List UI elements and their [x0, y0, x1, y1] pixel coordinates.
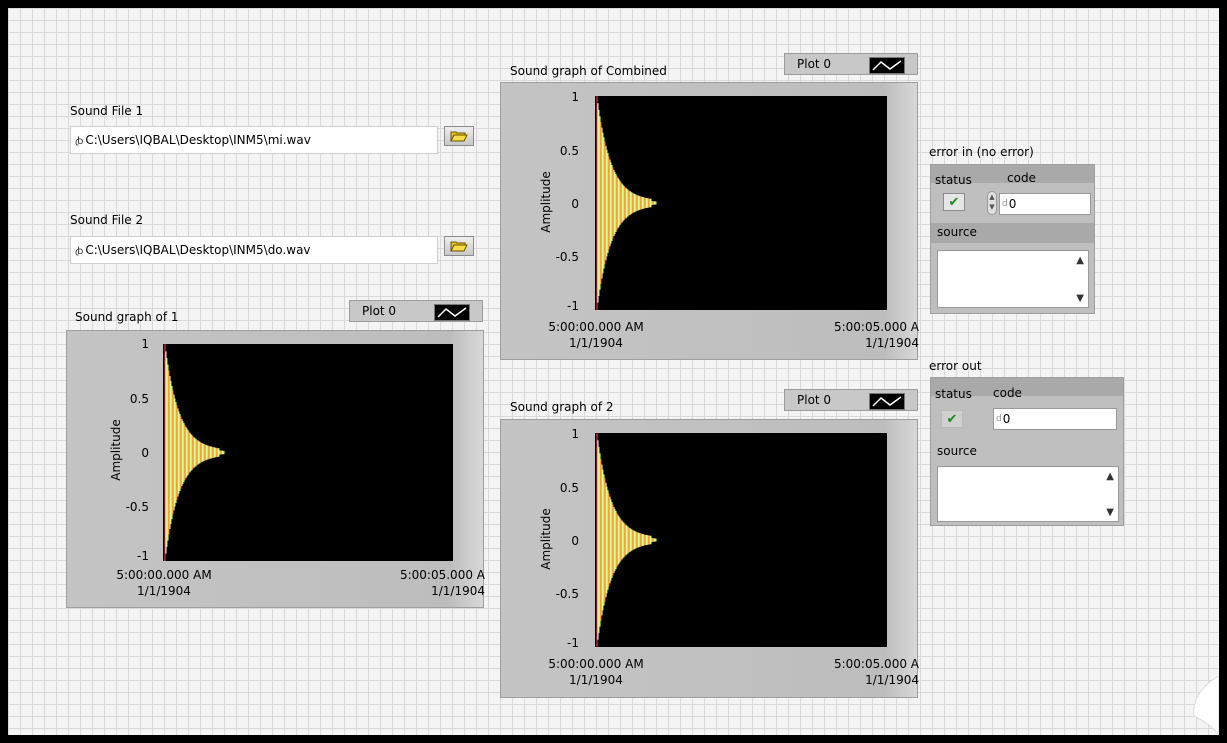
error-out-title: error out [929, 359, 982, 373]
graph-1-plot-area[interactable] [163, 344, 453, 561]
sound-file-1-path-value: C:\Users\IQBAL\Desktop\INM5\mi.wav [85, 133, 311, 147]
error-out-code-field: d 0 [993, 408, 1117, 430]
graph-2-ylabel: Amplitude [538, 508, 553, 570]
error-in-code-radix: d [1002, 199, 1008, 209]
graph-1-frame: 1 0.5 0 -0.5 -1 Amplitude 5:00:00.000 AM… [66, 330, 485, 608]
sound-file-2-browse-button[interactable] [444, 236, 474, 256]
sound-file-2-label: Sound File 2 [70, 213, 144, 227]
scroll-up-icon[interactable]: ▲ [1106, 471, 1114, 482]
graph-2-xstart-time: 5:00:00.000 AM [548, 657, 644, 671]
checkmark-icon: ✔ [948, 194, 960, 210]
graph-combined-xend-time: 5:00:05.000 A [833, 320, 919, 334]
sound-file-1-browse-button[interactable] [444, 126, 474, 146]
graph-combined-frame: 1 0.5 0 -0.5 -1 Amplitude 5:00:00.000 AM… [500, 82, 919, 360]
graph-combined-ytick: 0.5 [559, 144, 579, 158]
graph-combined-waveform [596, 96, 657, 310]
error-out-source-label: source [937, 444, 977, 458]
graph-2-xend-date: 1/1/1904 [865, 673, 919, 687]
scroll-up-icon[interactable]: ▲ [1076, 255, 1084, 266]
error-out-status-indicator: ✔ [941, 410, 963, 428]
error-in-source-text[interactable]: ▲ ▼ [937, 250, 1089, 308]
error-out-status-label: status [935, 387, 972, 401]
graph-1-xlabel-end: 5:00:05.000 A 1/1/1904 [381, 567, 485, 599]
graph-2-ytick: 0.5 [559, 481, 579, 495]
error-in-title: error in (no error) [929, 145, 1034, 159]
graph-1-plot-legend[interactable]: Plot 0 [349, 300, 483, 322]
checkmark-icon: ✔ [946, 411, 958, 427]
graph-combined-xstart-date: 1/1/1904 [569, 336, 623, 350]
error-in-cluster: status code ✔ ▲ ▼ d 0 source ▲ ▼ [930, 164, 1095, 314]
graph-combined-xlabel-start: 5:00:00.000 AM 1/1/1904 [541, 319, 651, 351]
graph-1-title: Sound graph of 1 [75, 310, 179, 324]
graph-2-plot-area[interactable] [595, 433, 887, 647]
graph-1-xend-date: 1/1/1904 [431, 584, 485, 598]
graph-2-ytick: 0 [571, 534, 579, 548]
sound-file-2-path-value: C:\Users\IQBAL\Desktop\INM5\do.wav [85, 243, 311, 257]
line-plot-icon [869, 57, 905, 74]
error-in-source-label: source [937, 225, 977, 239]
folder-open-icon [450, 131, 468, 142]
graph-2-waveform [596, 433, 657, 647]
graph-2-title: Sound graph of 2 [510, 400, 614, 414]
graph-2-ytick: -1 [567, 636, 579, 650]
graph-2-frame: 1 0.5 0 -0.5 -1 Amplitude 5:00:00.000 AM… [500, 419, 919, 698]
graph-1-ytick: 1 [141, 337, 149, 351]
graph-2-xlabel-end: 5:00:05.000 A 1/1/1904 [815, 656, 919, 688]
folder-open-icon [450, 241, 468, 252]
graph-1-xlabel-start: 5:00:00.000 AM 1/1/1904 [109, 567, 219, 599]
page-curl-icon [1193, 676, 1219, 735]
graph-combined-ytick: -0.5 [555, 250, 579, 264]
error-in-code-spinner[interactable]: ▲ ▼ [987, 191, 997, 215]
front-panel: Sound File 1 ꞗ C:\Users\IQBAL\Desktop\IN… [8, 8, 1219, 735]
graph-combined-ytick: 0 [571, 197, 579, 211]
error-out-code-label: code [993, 386, 1022, 400]
graph-combined-xend-date: 1/1/1904 [865, 336, 919, 350]
error-in-code-label: code [1007, 171, 1036, 185]
line-plot-icon [869, 393, 905, 410]
graph-1-legend-label: Plot 0 [362, 304, 397, 318]
graph-1-ytick: -0.5 [125, 500, 149, 514]
graph-2-plot-legend[interactable]: Plot 0 [784, 389, 918, 411]
graph-1-ylabel: Amplitude [108, 419, 123, 481]
error-in-status-indicator[interactable]: ✔ [943, 193, 965, 211]
graph-2-ytick: -0.5 [555, 587, 579, 601]
path-icon: ꞗ [75, 246, 84, 257]
error-out-source-text: ▲ ▼ [937, 466, 1119, 522]
error-in-code-value: 0 [1008, 197, 1017, 211]
graph-combined-plot-area[interactable] [595, 96, 887, 310]
graph-combined-ytick: 1 [571, 90, 579, 104]
graph-1-ytick: 0 [141, 446, 149, 460]
sound-file-1-path-input[interactable]: ꞗ C:\Users\IQBAL\Desktop\INM5\mi.wav [70, 126, 438, 154]
error-out-code-value: 0 [1002, 412, 1011, 426]
graph-combined-plot-legend[interactable]: Plot 0 [784, 53, 918, 75]
line-plot-icon [434, 304, 470, 321]
graph-combined-xlabel-end: 5:00:05.000 A 1/1/1904 [815, 319, 919, 351]
error-out-cluster: status code ✔ d 0 source ▲ ▼ [930, 377, 1124, 526]
graph-1-ytick: 0.5 [129, 392, 149, 406]
graph-2-legend-label: Plot 0 [797, 393, 832, 407]
graph-1-xend-time: 5:00:05.000 A [399, 568, 485, 582]
graph-2-xstart-date: 1/1/1904 [569, 673, 623, 687]
error-out-code-radix: d [996, 414, 1002, 424]
graph-1-ytick: -1 [137, 549, 149, 563]
graph-combined-xstart-time: 5:00:00.000 AM [548, 320, 644, 334]
graph-1-waveform [164, 344, 225, 561]
scroll-down-icon[interactable]: ▼ [1106, 507, 1114, 518]
graph-combined-legend-label: Plot 0 [797, 57, 832, 71]
error-in-status-label: status [935, 173, 972, 187]
graph-2-xlabel-start: 5:00:00.000 AM 1/1/1904 [541, 656, 651, 688]
sound-file-1-label: Sound File 1 [70, 104, 144, 118]
graph-1-xstart-time: 5:00:00.000 AM [116, 568, 212, 582]
error-in-code-field[interactable]: d 0 [999, 193, 1091, 215]
graph-2-ytick: 1 [571, 427, 579, 441]
graph-combined-ytick: -1 [567, 299, 579, 313]
graph-1-xstart-date: 1/1/1904 [137, 584, 191, 598]
path-icon: ꞗ [75, 136, 84, 147]
graph-combined-ylabel: Amplitude [538, 171, 553, 233]
scroll-down-icon[interactable]: ▼ [1076, 293, 1084, 304]
sound-file-2-path-input[interactable]: ꞗ C:\Users\IQBAL\Desktop\INM5\do.wav [70, 236, 438, 264]
graph-combined-title: Sound graph of Combined [510, 64, 667, 78]
graph-2-xend-time: 5:00:05.000 A [833, 657, 919, 671]
